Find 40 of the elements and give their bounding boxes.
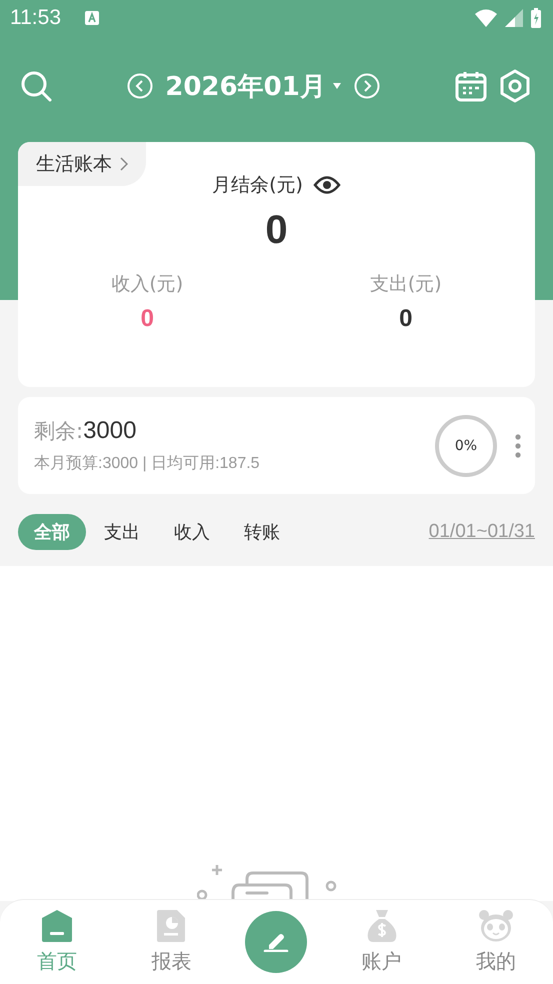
nav-tab[interactable]: 报表 — [131, 910, 212, 974]
house-icon — [42, 910, 72, 942]
income-label: 收入(元) — [111, 272, 184, 297]
filter-tab[interactable]: 转账 — [228, 514, 296, 550]
panda-icon — [478, 910, 513, 942]
next-month-icon[interactable] — [354, 73, 380, 99]
budget-detail: 本月预算:3000 | 日均可用:187.5 — [34, 454, 261, 474]
previous-month-icon[interactable] — [127, 73, 154, 99]
filter-tab[interactable]: 全部 — [18, 514, 86, 550]
expense-amount: 0 — [399, 305, 412, 333]
progress-percent: 0% — [454, 438, 478, 454]
search-icon[interactable] — [20, 70, 52, 102]
expense-label: 支出(元) — [370, 272, 442, 297]
more-icon[interactable] — [515, 434, 521, 458]
signal-icon — [505, 9, 523, 27]
money-bag-icon — [366, 910, 398, 942]
caret-icon — [332, 82, 342, 90]
remaining-amount: 3000 — [83, 417, 136, 444]
date-range-link[interactable]: 01/01~01/31 — [428, 521, 535, 543]
nav-tab[interactable]: 我的 — [456, 910, 536, 974]
chevron-icon — [120, 157, 128, 171]
wifi-icon — [475, 9, 497, 27]
balance-label: 月结余(元) — [212, 173, 303, 198]
keyboard-icon — [85, 11, 99, 25]
status-time: 11:53 — [10, 6, 61, 30]
balance-amount: 0 — [265, 208, 288, 253]
filter-tab[interactable]: 收入 — [158, 514, 226, 550]
settings-icon[interactable] — [499, 69, 532, 103]
pencil-icon — [263, 932, 290, 952]
nav-tab[interactable]: 账户 — [342, 910, 422, 974]
nav-tab[interactable]: 首页 — [17, 910, 98, 974]
month-selector[interactable]: 2026年01月 — [165, 68, 342, 104]
battery-icon — [531, 8, 541, 28]
calendar-icon[interactable] — [455, 70, 488, 102]
report-icon — [157, 910, 186, 942]
remaining-label: 剩余: — [34, 419, 84, 443]
filter-tab[interactable]: 支出 — [88, 514, 156, 550]
eye-icon[interactable] — [312, 176, 341, 194]
ledger-selector[interactable]: 生活账本 — [18, 142, 146, 186]
income-amount: 0 — [140, 305, 154, 333]
